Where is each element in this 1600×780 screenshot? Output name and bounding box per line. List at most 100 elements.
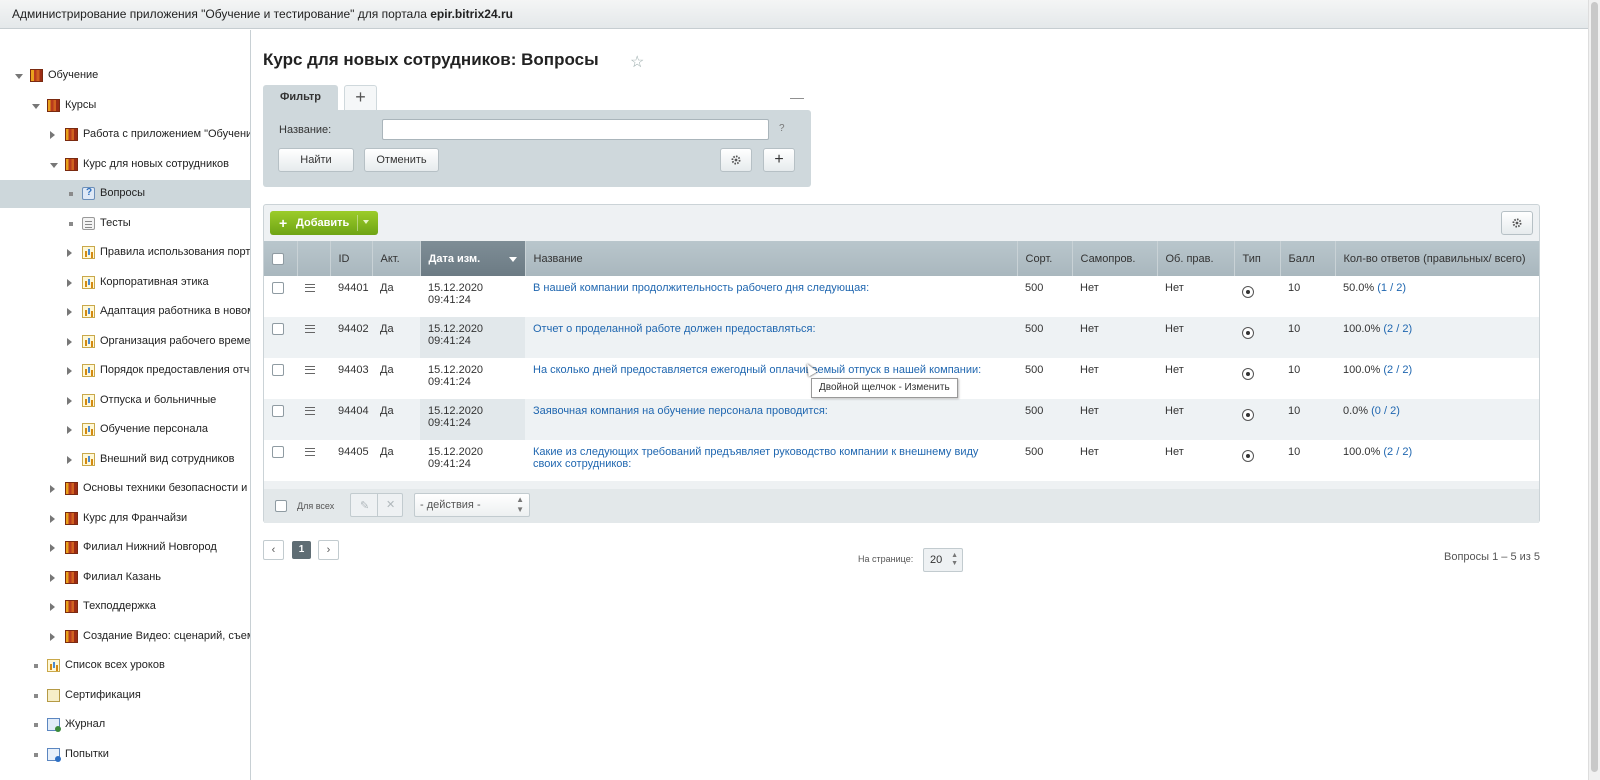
column-header[interactable]: Самопров. [1072, 241, 1158, 276]
sidebar-item[interactable]: Организация рабочего времени [0, 328, 250, 356]
sidebar-item[interactable]: Обучение [0, 62, 250, 90]
row-checkbox[interactable] [272, 446, 284, 459]
sidebar-item[interactable]: Порядок предоставления отчетности [0, 357, 250, 385]
row-checkbox[interactable] [272, 282, 284, 295]
add-filter-field-button[interactable]: + [763, 148, 795, 172]
chevron-down-icon[interactable] [50, 162, 58, 168]
chevron-right-icon[interactable] [67, 426, 72, 434]
row-menu-icon[interactable] [305, 366, 315, 375]
sidebar-item[interactable]: Внешний вид сотрудников [0, 446, 250, 474]
answers-link[interactable]: (2 / 2) [1383, 446, 1412, 458]
question-link[interactable]: На сколько дней предоставляется ежегодны… [533, 364, 981, 376]
sidebar-item[interactable]: Адаптация работника в новом коллективе [0, 298, 250, 326]
chevron-right-icon[interactable] [67, 367, 72, 375]
table-row[interactable]: 94402 Да 15.12.2020 09:41:24 Отчет о продела… [264, 317, 1539, 358]
sidebar-item[interactable]: Филиал Нижний Новгород [0, 534, 250, 562]
chevron-right-icon[interactable] [50, 485, 55, 493]
row-menu-icon[interactable] [305, 407, 315, 416]
row-checkbox[interactable] [272, 323, 284, 336]
column-header[interactable]: Об. прав. [1157, 241, 1235, 276]
current-page[interactable]: 1 [292, 541, 311, 559]
row-checkbox[interactable] [272, 364, 284, 377]
select-all-checkbox[interactable] [272, 252, 284, 265]
chevron-right-icon[interactable] [50, 514, 55, 523]
column-header[interactable]: Балл [1280, 241, 1336, 276]
question-link[interactable]: В нашей компании продолжительность рабоч… [533, 282, 869, 294]
sidebar-item[interactable]: Основы техники безопасности и охраны тру… [0, 475, 250, 503]
star-icon[interactable]: ☆ [630, 52, 644, 72]
chevron-right-icon[interactable] [67, 396, 72, 405]
table-row[interactable]: 94401 Да 15.12.2020 09:41:24 В нашей компани… [264, 276, 1539, 317]
edit-icon[interactable]: ✎ [360, 499, 369, 512]
next-page-button[interactable]: › [318, 540, 339, 560]
chevron-right-icon[interactable] [50, 632, 55, 641]
row-menu-icon[interactable] [305, 448, 315, 457]
sidebar-item[interactable]: Корпоративная этика [0, 269, 250, 297]
sidebar-item[interactable]: Список всех уроков [0, 652, 250, 680]
answers-link[interactable]: (0 / 2) [1371, 405, 1400, 417]
delete-icon[interactable]: ✕ [386, 498, 395, 511]
sidebar-item[interactable]: Тесты [0, 210, 250, 238]
sidebar-item[interactable]: Правила использования портала [0, 239, 250, 267]
filter-settings-button[interactable] [720, 148, 752, 172]
column-header[interactable]: Тип [1234, 241, 1281, 276]
sidebar-item[interactable]: Журнал [0, 711, 250, 739]
chevron-down-icon[interactable] [15, 74, 23, 79]
row-checkbox[interactable] [272, 405, 284, 418]
sidebar-item[interactable]: Филиал Казань [0, 564, 250, 592]
question-link[interactable]: Заявочная компания на обучение персонала… [533, 405, 828, 417]
scrollbar-thumb[interactable] [1591, 2, 1598, 772]
table-row[interactable]: 94405 Да 15.12.2020 09:41:24 Какие из следую… [264, 440, 1539, 481]
column-header[interactable]: ID [330, 241, 373, 276]
sidebar-item[interactable]: Курс для новых сотрудников [0, 151, 250, 179]
sidebar-item[interactable]: Создание Видео: сценарий, съемка, монтаж [0, 623, 250, 651]
grid-settings-button[interactable] [1501, 211, 1533, 235]
column-header[interactable]: Кол-во ответов (правильных/ всего) [1335, 241, 1540, 276]
per-page-select[interactable]: 20 ▲ ▼ [923, 548, 963, 572]
chevron-right-icon[interactable] [67, 249, 72, 257]
chevron-right-icon[interactable] [50, 573, 55, 582]
sidebar-item[interactable]: Обучение персонала [0, 416, 250, 444]
tab-filter[interactable]: Фильтр [263, 85, 338, 111]
question-link[interactable]: Какие из следующих требований предъявляе… [533, 446, 978, 470]
sidebar-item[interactable]: Вопросы [0, 180, 250, 208]
sidebar-item[interactable]: Курс для Франчайзи [0, 505, 250, 533]
prev-page-button[interactable]: ‹ [263, 540, 284, 560]
question-link[interactable]: Отчет о проделанной работе должен предос… [533, 323, 816, 335]
sidebar-item[interactable]: Попытки [0, 741, 250, 769]
chevron-down-icon[interactable] [363, 220, 369, 224]
sidebar-item[interactable]: Сертификация [0, 682, 250, 710]
sort-desc-icon[interactable] [508, 257, 517, 262]
table-row[interactable]: 94404 Да 15.12.2020 09:41:24 Заявочная компа… [264, 399, 1539, 440]
row-menu-icon[interactable] [305, 325, 315, 334]
chevron-right-icon[interactable] [50, 603, 55, 611]
chevron-right-icon[interactable] [67, 455, 72, 464]
select-all-checkbox-header[interactable] [264, 241, 298, 276]
chevron-down-icon[interactable] [32, 103, 40, 109]
answers-link[interactable]: (1 / 2) [1377, 282, 1406, 294]
answers-link[interactable]: (2 / 2) [1383, 323, 1412, 335]
select-all-footer-checkbox[interactable] [275, 500, 287, 512]
column-header[interactable]: Акт. [372, 241, 421, 276]
chevron-right-icon[interactable] [50, 544, 55, 552]
page-scrollbar[interactable] [1588, 0, 1600, 780]
column-header[interactable]: Сорт. [1017, 241, 1073, 276]
column-header[interactable]: Название [525, 241, 1018, 276]
filter-minimize-button[interactable]: — [790, 89, 804, 105]
filter-name-input[interactable] [382, 119, 769, 140]
filter-help-icon[interactable]: ? [779, 123, 785, 134]
chevron-right-icon[interactable] [67, 308, 72, 316]
actions-select[interactable]: - действия - ▲ ▼ [414, 493, 530, 517]
chevron-right-icon[interactable] [67, 337, 72, 346]
answers-link[interactable]: (2 / 2) [1383, 364, 1412, 376]
add-button[interactable]: + Добавить [270, 211, 378, 235]
sidebar-item[interactable]: Отпуска и больничные [0, 387, 250, 415]
sidebar-item[interactable]: Курсы [0, 92, 250, 120]
sidebar-item[interactable]: Работа с приложением "Обучение и тестиро… [0, 121, 250, 149]
chevron-right-icon[interactable] [67, 278, 72, 287]
chevron-right-icon[interactable] [50, 131, 55, 139]
find-button[interactable]: Найти [278, 148, 354, 172]
row-menu-icon[interactable] [305, 284, 315, 293]
cancel-button[interactable]: Отменить [364, 148, 439, 172]
column-header[interactable]: Дата изм. [420, 241, 526, 276]
